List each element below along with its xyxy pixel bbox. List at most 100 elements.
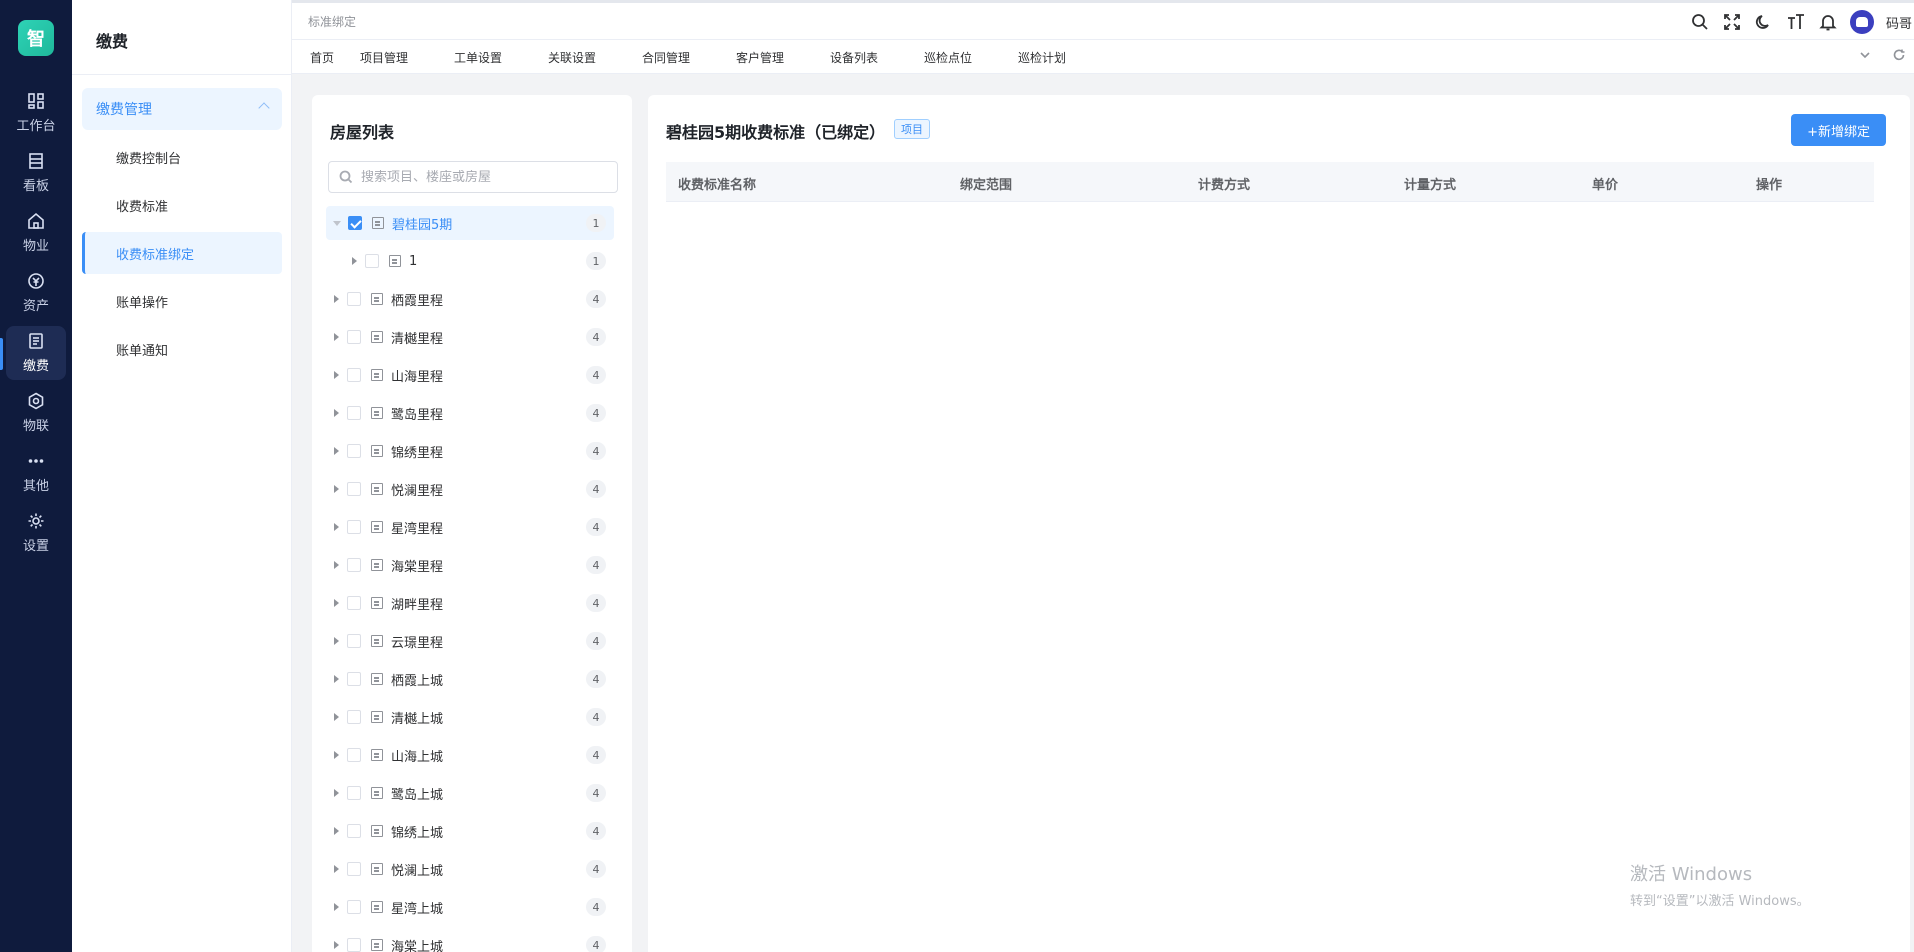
tree-node[interactable]: 悦澜里程 4	[326, 472, 614, 506]
caret-right-icon[interactable]	[334, 523, 339, 531]
rail-item-iot[interactable]: 物联	[6, 386, 66, 440]
fullscreen-icon[interactable]	[1722, 12, 1742, 32]
bell-icon[interactable]	[1818, 12, 1838, 32]
tree-node[interactable]: 栖霞里程 4	[326, 282, 614, 316]
search-input[interactable]	[361, 169, 601, 185]
rail-item-property[interactable]: 物业	[6, 206, 66, 260]
checkbox[interactable]	[347, 900, 361, 914]
font-size-icon[interactable]	[1786, 12, 1806, 32]
tree-node[interactable]: 悦澜上城 4	[326, 852, 614, 886]
rail-item-asset[interactable]: 资产	[6, 266, 66, 320]
checkbox[interactable]	[365, 254, 379, 268]
menu-group-payment-management[interactable]: 缴费管理	[82, 88, 282, 130]
caret-right-icon[interactable]	[334, 827, 339, 835]
building-icon	[389, 255, 401, 267]
tree-node[interactable]: 湖畔里程 4	[326, 586, 614, 620]
tree-node-root[interactable]: 碧桂园5期 1	[326, 206, 614, 240]
house-list-panel: 房屋列表 碧桂园5期 1 1 1 栖霞里程4清樾里程4山海里程4鹭岛里程4锦绣里…	[312, 95, 632, 952]
search-icon[interactable]	[1690, 12, 1710, 32]
rail-item-other[interactable]: 其他	[6, 446, 66, 500]
tab-home[interactable]: 首页	[310, 49, 334, 66]
tab-inspection-plan[interactable]: 巡检计划	[1018, 49, 1066, 66]
menu-item-payment-console[interactable]: 缴费控制台	[82, 136, 282, 178]
chevron-down-icon[interactable]	[1858, 48, 1872, 62]
rail-item-payment[interactable]: 缴费	[6, 326, 66, 380]
menu-item-standard-binding[interactable]: 收费标准绑定	[82, 232, 282, 274]
checkbox[interactable]	[347, 444, 361, 458]
caret-right-icon[interactable]	[334, 371, 339, 379]
building-icon	[371, 559, 383, 571]
checkbox[interactable]	[347, 406, 361, 420]
rail-item-board[interactable]: 看板	[6, 146, 66, 200]
refresh-icon[interactable]	[1892, 48, 1906, 62]
tree-node[interactable]: 清樾里程 4	[326, 320, 614, 354]
menu-item-bill-notice[interactable]: 账单通知	[82, 328, 282, 370]
dark-mode-icon[interactable]	[1754, 12, 1774, 32]
menu-item-charge-standard[interactable]: 收费标准	[82, 184, 282, 226]
caret-right-icon[interactable]	[352, 257, 357, 265]
tree-node[interactable]: 锦绣里程 4	[326, 434, 614, 468]
checkbox[interactable]	[347, 292, 361, 306]
user-name[interactable]: 码哥	[1886, 13, 1914, 32]
tree-node[interactable]: 星湾里程 4	[326, 510, 614, 544]
caret-right-icon[interactable]	[334, 789, 339, 797]
caret-right-icon[interactable]	[334, 713, 339, 721]
checkbox[interactable]	[347, 368, 361, 382]
tree-node[interactable]: 海棠上城 4	[326, 928, 614, 952]
tree-node[interactable]: 锦绣上城 4	[326, 814, 614, 848]
tree-node[interactable]: 清樾上城 4	[326, 700, 614, 734]
tree-node[interactable]: 云璟里程 4	[326, 624, 614, 658]
search-field	[328, 161, 618, 193]
watermark-subtitle: 转到“设置”以激活 Windows。	[1630, 894, 1810, 909]
tab-device-list[interactable]: 设备列表	[830, 49, 878, 66]
caret-right-icon[interactable]	[334, 561, 339, 569]
tab-inspection-points[interactable]: 巡检点位	[924, 49, 972, 66]
checkbox[interactable]	[347, 558, 361, 572]
caret-right-icon[interactable]	[334, 903, 339, 911]
checkbox[interactable]	[347, 520, 361, 534]
checkbox[interactable]	[347, 482, 361, 496]
tab-project-management[interactable]: 项目管理	[360, 49, 408, 66]
caret-right-icon[interactable]	[334, 599, 339, 607]
checkbox[interactable]	[347, 938, 361, 952]
caret-right-icon[interactable]	[334, 295, 339, 303]
checkbox[interactable]	[347, 710, 361, 724]
tree-node[interactable]: 栖霞上城 4	[326, 662, 614, 696]
checkbox[interactable]	[347, 634, 361, 648]
checkbox[interactable]	[347, 862, 361, 876]
caret-right-icon[interactable]	[334, 485, 339, 493]
caret-right-icon[interactable]	[334, 409, 339, 417]
menu-item-bill-operations[interactable]: 账单操作	[82, 280, 282, 322]
tree-node[interactable]: 山海里程 4	[326, 358, 614, 392]
tree-node-child[interactable]: 1 1	[344, 244, 614, 278]
checkbox[interactable]	[347, 596, 361, 610]
checkbox[interactable]	[347, 824, 361, 838]
avatar[interactable]	[1850, 10, 1874, 34]
caret-right-icon[interactable]	[334, 447, 339, 455]
tab-customer-management[interactable]: 客户管理	[736, 49, 784, 66]
caret-down-icon[interactable]	[333, 220, 341, 226]
tab-contract-management[interactable]: 合同管理	[642, 49, 690, 66]
tree-node[interactable]: 鹭岛里程 4	[326, 396, 614, 430]
checkbox[interactable]	[347, 330, 361, 344]
tree-node[interactable]: 山海上城 4	[326, 738, 614, 772]
caret-right-icon[interactable]	[334, 865, 339, 873]
tree-node[interactable]: 海棠里程 4	[326, 548, 614, 582]
rail-item-settings[interactable]: 设置	[6, 506, 66, 560]
caret-right-icon[interactable]	[334, 637, 339, 645]
checkbox[interactable]	[347, 786, 361, 800]
rail-item-label: 物业	[22, 239, 49, 254]
tab-relation-settings[interactable]: 关联设置	[548, 49, 596, 66]
tree-node[interactable]: 星湾上城 4	[326, 890, 614, 924]
add-binding-button[interactable]: +新增绑定	[1791, 114, 1886, 146]
caret-right-icon[interactable]	[334, 751, 339, 759]
checkbox[interactable]	[348, 216, 362, 230]
tree-node[interactable]: 鹭岛上城 4	[326, 776, 614, 810]
tab-workorder-settings[interactable]: 工单设置	[454, 49, 502, 66]
rail-item-workbench[interactable]: 工作台	[6, 86, 66, 140]
caret-right-icon[interactable]	[334, 675, 339, 683]
checkbox[interactable]	[347, 672, 361, 686]
caret-right-icon[interactable]	[334, 333, 339, 341]
caret-right-icon[interactable]	[334, 941, 339, 949]
checkbox[interactable]	[347, 748, 361, 762]
